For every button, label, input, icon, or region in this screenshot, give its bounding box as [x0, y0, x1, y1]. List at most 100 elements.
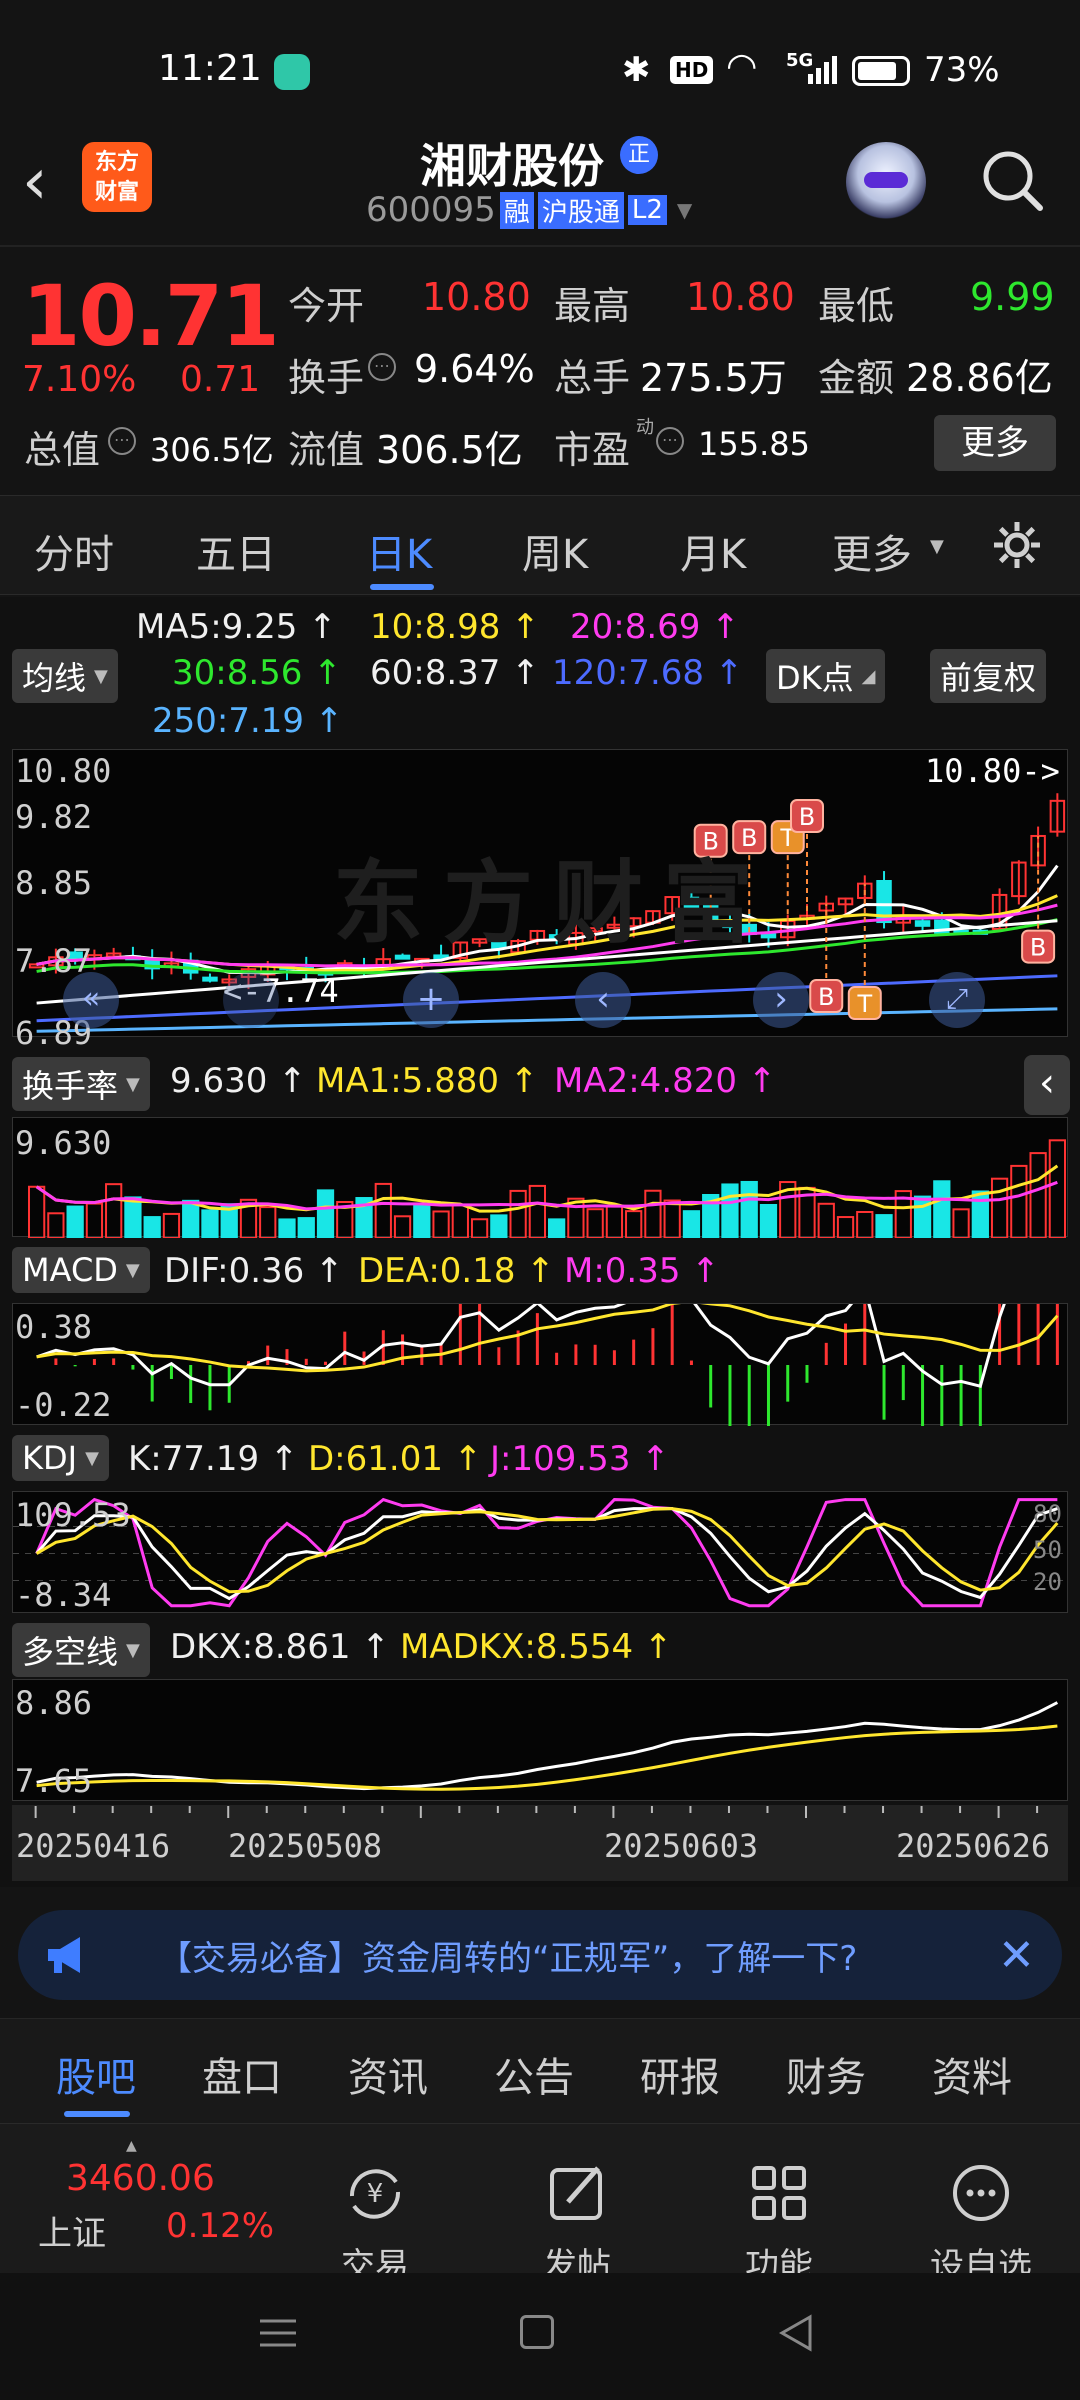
turnover-panel[interactable]: 9.630	[12, 1117, 1068, 1240]
change-percent: 7.10%	[22, 359, 137, 400]
gear-icon[interactable]	[990, 518, 1044, 572]
turnover-indicator-value: 9.630 ↑	[170, 1061, 307, 1101]
chevron-down-icon: ▼	[94, 665, 108, 687]
macd-dropdown[interactable]: MACD ▼	[12, 1247, 150, 1293]
turnover-bar	[490, 1214, 508, 1239]
close-icon[interactable]: ✕	[998, 1930, 1035, 1981]
turnover-bar	[721, 1183, 739, 1239]
dkx-line	[36, 1701, 1059, 1791]
menu-nav-icon[interactable]	[258, 2313, 298, 2353]
kdj-dropdown-label: KDJ	[22, 1439, 78, 1477]
margin-tag: 融	[499, 191, 534, 229]
tab-news[interactable]: 资讯	[348, 2045, 428, 2103]
high-price-marker: 10.80->	[925, 752, 1060, 790]
post-button[interactable]: 发帖	[512, 2148, 642, 2287]
robot-assistant-icon[interactable]	[846, 142, 926, 222]
turnover-bar	[817, 1202, 835, 1239]
dkx-dropdown[interactable]: 多空线 ▼	[12, 1623, 150, 1677]
step-left-icon[interactable]: ‹	[575, 972, 631, 1028]
b-marker-label: B	[818, 983, 834, 1011]
ma-dropdown[interactable]: 均线 ▼	[12, 649, 118, 703]
pe-type-label: 动	[636, 417, 654, 438]
index-widget[interactable]: ▲ 3460.06 上证 0.12%	[30, 2138, 290, 2254]
pe-info-icon[interactable]: ⋯	[656, 427, 684, 455]
turnover-info-icon[interactable]: ⋯	[368, 353, 396, 381]
bluetooth-icon: ✱	[622, 50, 651, 90]
status-time: 11:21	[158, 48, 262, 89]
tab-weekly-k[interactable]: 周K	[522, 522, 588, 580]
tab-research[interactable]: 研报	[640, 2045, 720, 2103]
tab-order-book[interactable]: 盘口	[202, 2045, 282, 2103]
kdj-dropdown[interactable]: KDJ ▼	[12, 1435, 109, 1481]
scroll-left-icon[interactable]: «	[63, 972, 119, 1028]
pe-label: 市盈	[554, 428, 631, 472]
macd-panel[interactable]: 0.38 -0.22	[12, 1062, 1068, 1459]
turnover-bar	[990, 1177, 1009, 1239]
fullscreen-icon[interactable]: ⤢	[929, 972, 985, 1028]
more-button[interactable]: 更多	[934, 415, 1056, 471]
step-right-icon[interactable]: ›	[753, 972, 809, 1028]
dkx-panel[interactable]: 8.86 7.65	[12, 1679, 1068, 1801]
back-nav-icon[interactable]	[776, 2313, 816, 2353]
trade-button[interactable]: ¥ 交易	[310, 2148, 440, 2287]
turnover-bar	[856, 1210, 874, 1239]
market-cap-info-icon[interactable]: ⋯	[108, 427, 136, 455]
kdj-panel[interactable]: 109.53 -8.34 80 50 20	[12, 1491, 1069, 1614]
change-amount: 0.71	[180, 359, 261, 400]
date-label-3: 20250626	[896, 1827, 1051, 1865]
adjust-button[interactable]: 前复权	[930, 649, 1047, 703]
tab-forum[interactable]: 股吧	[56, 2045, 136, 2103]
back-icon[interactable]: ‹	[22, 150, 48, 214]
tab-more[interactable]: 更多	[832, 522, 912, 580]
collapse-panel-icon[interactable]: ‹	[1024, 1055, 1070, 1115]
tab-daily-k[interactable]: 日K	[366, 522, 432, 580]
chevron-down-icon: ▼	[125, 1259, 140, 1281]
turnover-bar	[124, 1196, 142, 1239]
kdj-j: J:109.53 ↑	[490, 1439, 670, 1479]
kline-y-mid2: 8.85	[15, 864, 93, 902]
expand-caret-icon[interactable]: ▼	[677, 198, 692, 222]
turnover-value: 9.64%	[414, 347, 535, 391]
ma-dropdown-label: 均线	[22, 659, 87, 697]
search-icon[interactable]	[980, 146, 1046, 216]
trade-icon: ¥	[310, 2148, 440, 2228]
t-marker-label: T	[856, 990, 872, 1018]
turnover-dropdown[interactable]: 换手率 ▼	[12, 1057, 150, 1111]
promo-banner[interactable]: 【交易必备】资金周转的“正规军”，了解一下? ✕	[18, 1910, 1062, 2000]
period-tabs: 分时 五日 日K 周K 月K 更多 ▼	[0, 495, 1080, 595]
dk-point-button[interactable]: DK点 ◢	[766, 649, 886, 703]
turnover-bar	[605, 1205, 624, 1239]
turnover-bar	[586, 1208, 604, 1239]
kline-panel[interactable]: BBTBBTB 东方财富 10.80 9.82 8.85 7.87 6.89 1…	[12, 749, 1068, 1052]
level2-tag: L2	[627, 195, 667, 225]
tab-announcements[interactable]: 公告	[494, 2045, 574, 2103]
kdj-y-top: 109.53	[15, 1496, 131, 1534]
tab-five-day[interactable]: 五日	[196, 522, 276, 580]
turnover-bar	[740, 1180, 758, 1239]
tab-financials[interactable]: 财务	[786, 2045, 866, 2103]
candle-body	[202, 976, 218, 982]
ma10-label: 10:8.98 ↑	[370, 607, 540, 647]
float-cap-label: 流值	[288, 428, 365, 472]
turnover-bar	[278, 1218, 296, 1239]
tab-profile[interactable]: 资料	[932, 2045, 1012, 2103]
zoom-out-icon[interactable]	[223, 972, 279, 1028]
turnover-bar	[47, 1212, 65, 1239]
turnover-bar	[759, 1203, 778, 1239]
content-tabs: 股吧 盘口 资讯 公告 研报 财务 资料	[0, 2018, 1080, 2123]
turnover-bar	[85, 1202, 104, 1239]
kline-y-mid1: 9.82	[15, 798, 93, 836]
zoom-in-icon[interactable]: +	[403, 972, 459, 1028]
volume-value: 275.5万	[640, 356, 787, 400]
tab-intraday[interactable]: 分时	[34, 522, 114, 580]
functions-button[interactable]: 功能	[714, 2148, 844, 2287]
madkx-value: MADKX:8.554 ↑	[400, 1627, 673, 1667]
kdj-y-bottom: -8.34	[15, 1576, 112, 1614]
ma5-label: MA5:9.25 ↑	[136, 607, 337, 647]
add-watchlist-button[interactable]: 设自选	[916, 2148, 1046, 2287]
market-cap-label: 总值	[24, 428, 101, 472]
turnover-bar	[374, 1182, 392, 1239]
home-nav-icon[interactable]	[520, 2315, 554, 2349]
tab-monthly-k[interactable]: 月K	[680, 522, 746, 580]
kline-y-top: 10.80	[15, 752, 112, 790]
